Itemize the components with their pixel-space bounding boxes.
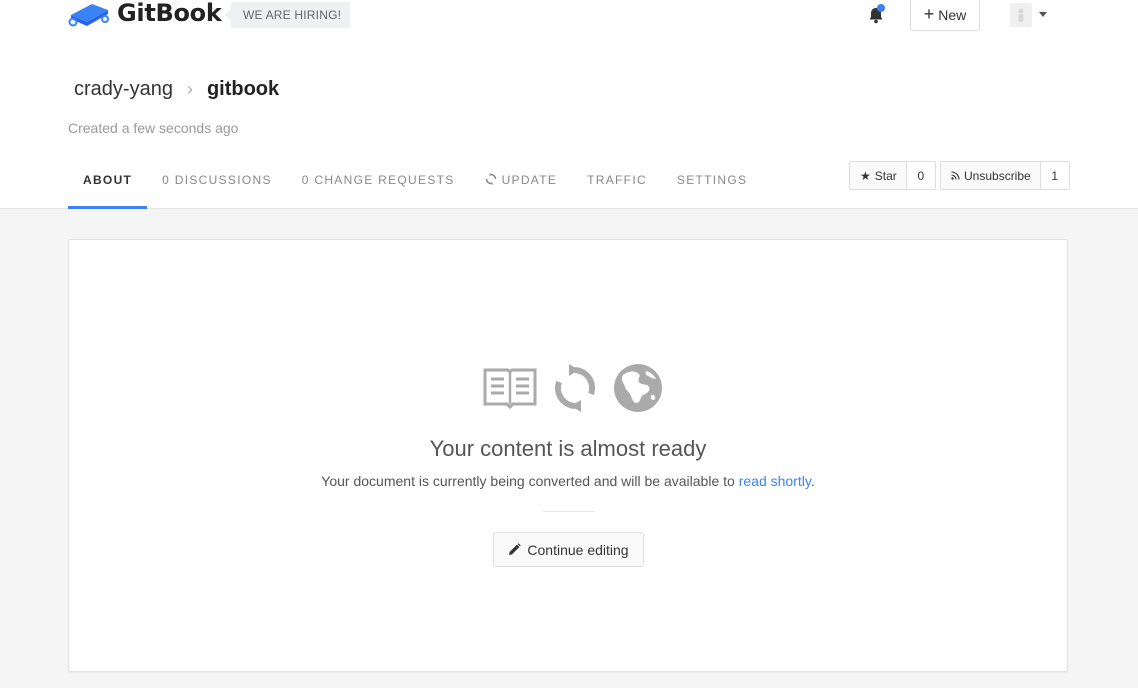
- tab-label: UPDATE: [501, 173, 558, 187]
- breadcrumb-owner[interactable]: crady-yang: [74, 78, 173, 101]
- new-button-label: New: [938, 7, 967, 23]
- tab-change-requests[interactable]: 0 CHANGE REQUESTS: [287, 168, 470, 209]
- unsubscribe-button[interactable]: Unsubscribe: [941, 162, 1041, 189]
- watch-count[interactable]: 1: [1041, 162, 1069, 189]
- tab-label: ABOUT: [83, 173, 133, 187]
- tab-label: TRAFFIC: [587, 173, 647, 187]
- continue-editing-button[interactable]: Continue editing: [493, 532, 644, 567]
- top-header: GitBook WE ARE HIRING! + New crady-yang …: [0, 0, 1138, 209]
- star-button[interactable]: ★ Star: [850, 162, 907, 189]
- star-count[interactable]: 0: [907, 162, 935, 189]
- gitbook-logo[interactable]: GitBook: [68, 0, 222, 29]
- globe-icon: [614, 364, 662, 412]
- created-timestamp: Created a few seconds ago: [68, 120, 239, 136]
- new-button[interactable]: + New: [910, 0, 980, 31]
- tab-bar: ABOUT 0 DISCUSSIONS 0 CHANGE REQUESTS UP…: [68, 168, 762, 209]
- chevron-right-icon: ›: [186, 79, 193, 99]
- status-description: Your document is currently being convert…: [69, 473, 1067, 489]
- tab-settings[interactable]: SETTINGS: [662, 168, 762, 209]
- description-suffix: .: [810, 473, 815, 489]
- content-card: Your content is almost ready Your docume…: [68, 239, 1068, 672]
- plus-icon: +: [923, 4, 935, 24]
- star-label: Star: [874, 168, 897, 183]
- unsubscribe-button-group: Unsubscribe 1: [940, 161, 1070, 190]
- refresh-icon: [485, 173, 496, 185]
- breadcrumb-repo[interactable]: gitbook: [207, 78, 279, 101]
- gitbook-logo-icon: [68, 4, 109, 27]
- status-title: Your content is almost ready: [429, 436, 707, 461]
- tab-discussions[interactable]: 0 DISCUSSIONS: [147, 168, 287, 209]
- tab-about[interactable]: ABOUT: [68, 168, 148, 209]
- tab-label: SETTINGS: [676, 173, 748, 187]
- unsubscribe-label: Unsubscribe: [964, 168, 1031, 183]
- hiring-badge[interactable]: WE ARE HIRING!: [224, 2, 351, 28]
- description-text: Your document is currently being convert…: [321, 473, 739, 489]
- logo-text: GitBook: [117, 0, 222, 27]
- user-icon: [1018, 8, 1024, 22]
- avatar[interactable]: [1010, 3, 1032, 27]
- read-shortly-link[interactable]: read shortly: [739, 473, 811, 489]
- pencil-icon: [509, 543, 522, 555]
- rss-icon: [951, 171, 960, 180]
- status-icons: [483, 363, 663, 413]
- star-button-group: ★ Star 0: [849, 161, 936, 190]
- tab-label: 0 DISCUSSIONS: [162, 173, 272, 187]
- tab-traffic[interactable]: TRAFFIC: [572, 168, 662, 209]
- chevron-down-icon[interactable]: [1039, 12, 1047, 17]
- continue-editing-label: Continue editing: [527, 541, 629, 558]
- divider: [543, 511, 595, 512]
- notification-dot: [877, 4, 885, 12]
- book-icon: [483, 368, 537, 410]
- tab-update[interactable]: UPDATE: [470, 168, 573, 209]
- tab-label: 0 CHANGE REQUESTS: [301, 173, 455, 187]
- refresh-icon: [554, 364, 596, 412]
- star-icon: ★: [860, 168, 871, 183]
- breadcrumb: crady-yang › gitbook: [74, 78, 279, 101]
